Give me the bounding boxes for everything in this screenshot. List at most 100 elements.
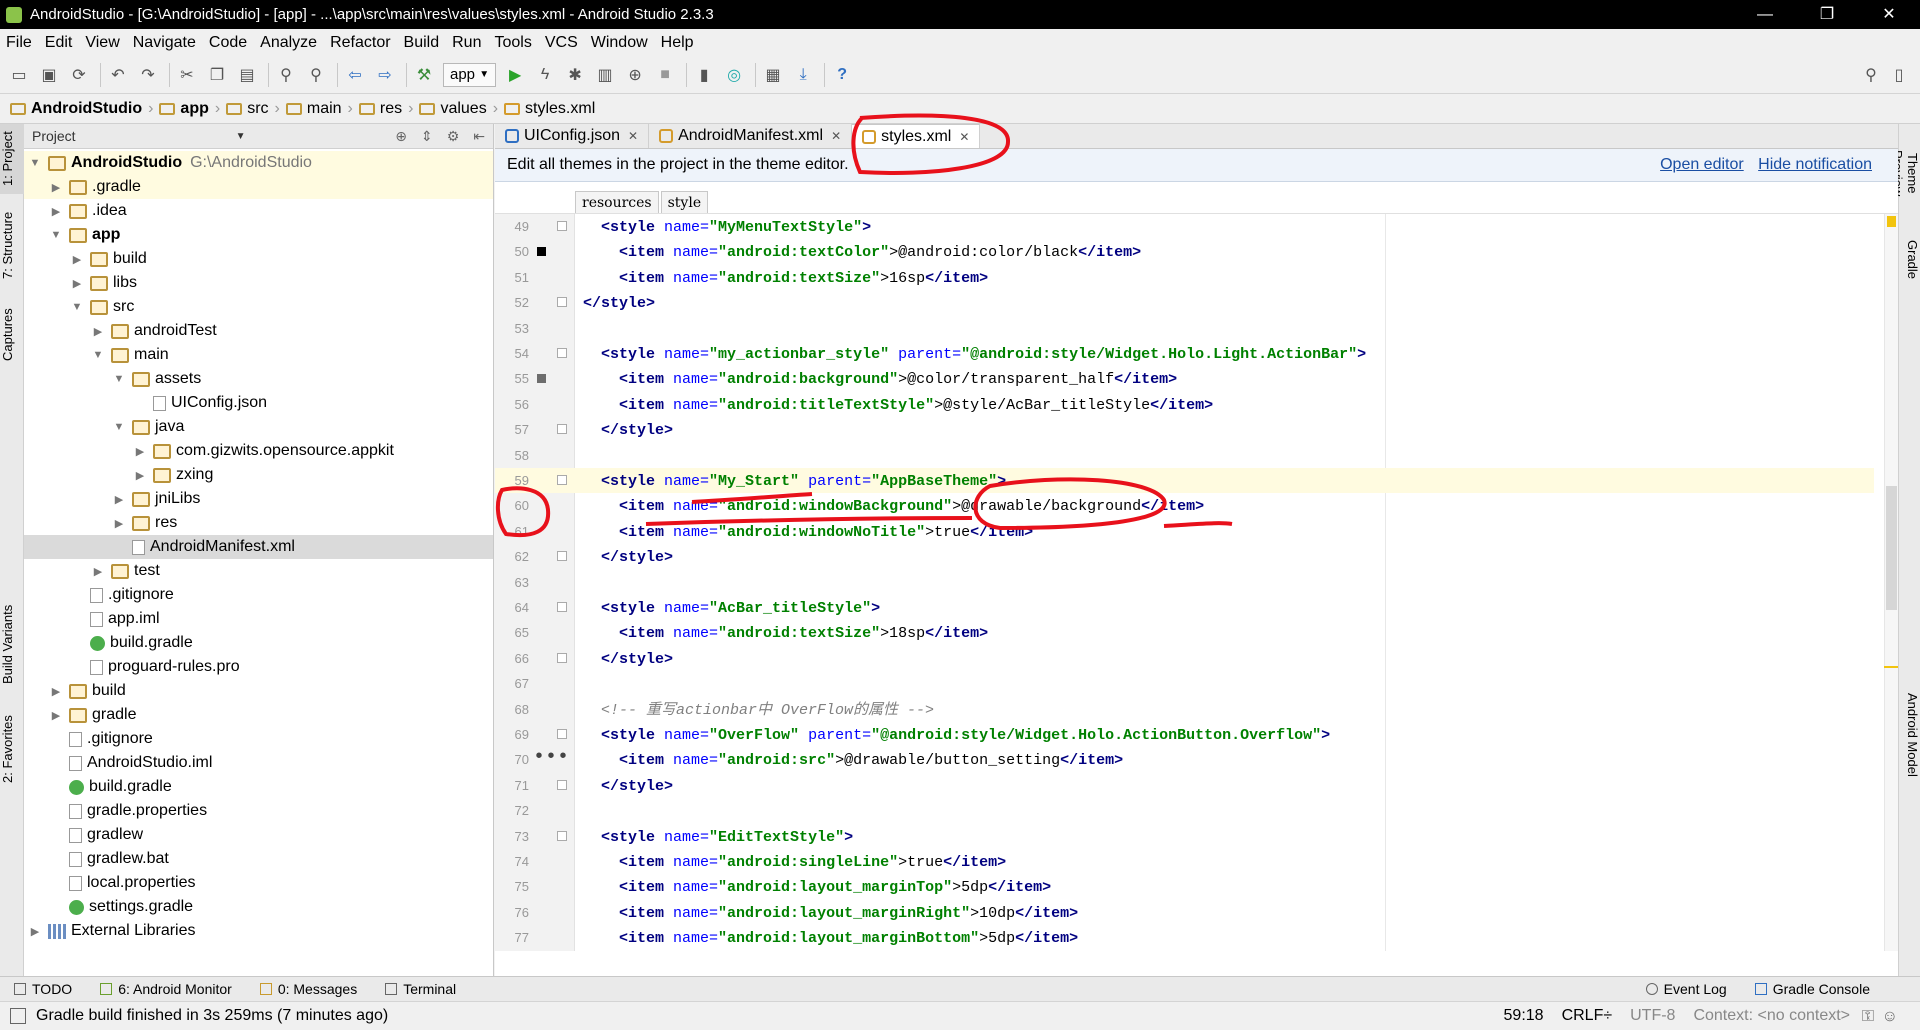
collapsed-arrow-icon[interactable]: ▶ (49, 685, 63, 698)
tree-node[interactable]: ▶ External Libraries (24, 919, 493, 943)
tree-node[interactable]: ▶ com.gizwits.opensource.appkit (24, 439, 493, 463)
code-line[interactable]: 51 <item name="android:textSize">16sp</i… (495, 265, 1874, 290)
tree-node[interactable]: ▶ build (24, 679, 493, 703)
open-folder-icon[interactable]: ▭ (8, 64, 30, 86)
warning-marker[interactable] (1884, 666, 1898, 668)
code-line[interactable]: 77 <item name="android:layout_marginBott… (495, 925, 1874, 950)
help-icon[interactable]: ? (831, 64, 853, 86)
forward-icon[interactable]: ⇨ (374, 64, 396, 86)
tree-node[interactable]: ▼ java (24, 415, 493, 439)
scroll-from-source-icon[interactable]: ⊕ (395, 128, 407, 145)
fold-icon[interactable] (557, 830, 567, 841)
tree-node[interactable]: ▶ libs (24, 271, 493, 295)
color-preview-icon[interactable] (537, 247, 546, 257)
tree-node[interactable]: ▶ gradle (24, 703, 493, 727)
undo-icon[interactable]: ↶ (107, 64, 129, 86)
tree-node[interactable]: proguard-rules.pro (24, 655, 493, 679)
fold-icon[interactable] (557, 779, 567, 790)
tree-node[interactable]: ▶ .idea (24, 199, 493, 223)
tree-node[interactable]: gradlew (24, 823, 493, 847)
gear-icon[interactable]: ⚙ (447, 128, 460, 145)
menu-help[interactable]: Help (661, 34, 694, 52)
tab-structure[interactable]: 7: Structure (0, 200, 24, 290)
maximize-button[interactable]: ❐ (1796, 0, 1858, 29)
tree-node[interactable]: ▶ jniLibs (24, 487, 493, 511)
menu-edit[interactable]: Edit (45, 34, 73, 52)
close-tab-icon[interactable]: ✕ (628, 129, 638, 143)
warning-indicator-icon[interactable] (1887, 216, 1896, 227)
fold-icon[interactable] (557, 424, 567, 435)
minimize-button[interactable]: — (1734, 0, 1796, 29)
fold-icon[interactable] (557, 729, 567, 739)
expanded-arrow-icon[interactable]: ▼ (28, 157, 42, 169)
attach-debugger-icon[interactable]: ⊕ (624, 64, 646, 86)
tree-node[interactable]: build.gradle (24, 775, 493, 799)
copy-icon[interactable]: ❐ (206, 64, 228, 86)
search-everywhere-icon[interactable]: ⚲ (1860, 64, 1882, 86)
sdk-manager-icon[interactable]: ⤓ (792, 64, 814, 86)
tool-windows-toggle-icon[interactable] (10, 1008, 26, 1024)
code-line[interactable]: 72 (495, 798, 1874, 823)
tree-node[interactable]: AndroidStudio.iml (24, 751, 493, 775)
expanded-arrow-icon[interactable]: ▼ (112, 373, 126, 385)
code-line[interactable]: 59 <style name="My_Start" parent="AppBas… (495, 468, 1874, 493)
collapsed-arrow-icon[interactable]: ▶ (91, 325, 105, 338)
code-line[interactable]: 71 </style> (495, 773, 1874, 798)
lock-icon[interactable]: ⚿ (1862, 1008, 1874, 1026)
cut-icon[interactable]: ✂ (176, 64, 198, 86)
breadcrumb-item[interactable]: app › (159, 100, 220, 118)
tree-node[interactable]: app.iml (24, 607, 493, 631)
code-editor[interactable]: 49 <style name="MyMenuTextStyle"> 50 <ite… (495, 214, 1898, 951)
close-tab-icon[interactable]: ✕ (831, 129, 841, 143)
code-line[interactable]: 67 (495, 671, 1874, 696)
code-line[interactable]: 75 <item name="android:layout_marginTop"… (495, 874, 1874, 899)
fold-icon[interactable] (557, 602, 567, 612)
tree-node[interactable]: settings.gradle (24, 895, 493, 919)
expanded-arrow-icon[interactable]: ▼ (112, 421, 126, 433)
code-line[interactable]: 76 <item name="android:layout_marginRigh… (495, 900, 1874, 925)
close-button[interactable]: ✕ (1858, 0, 1920, 29)
collapsed-arrow-icon[interactable]: ▶ (49, 181, 63, 194)
back-icon[interactable]: ⇦ (344, 64, 366, 86)
tab-theme-preview[interactable]: Theme Preview (1890, 128, 1920, 218)
tab-gradle[interactable]: Gradle (1898, 230, 1920, 290)
menu-view[interactable]: View (85, 34, 119, 52)
menu-tools[interactable]: Tools (494, 34, 531, 52)
editor-tab[interactable]: AndroidManifest.xml ✕ (649, 124, 853, 148)
code-line[interactable]: 55 <item name="android:background">@colo… (495, 366, 1874, 391)
code-line[interactable]: 63 (495, 570, 1874, 595)
code-line[interactable]: 73 <style name="EditTextStyle"> (495, 824, 1874, 849)
tree-node[interactable]: ▶ res (24, 511, 493, 535)
collapsed-arrow-icon[interactable]: ▶ (70, 253, 84, 266)
editor-tab[interactable]: styles.xml ✕ (852, 124, 981, 148)
tree-node[interactable]: local.properties (24, 871, 493, 895)
collapsed-arrow-icon[interactable]: ▶ (28, 925, 42, 938)
tab-captures[interactable]: Captures (0, 300, 24, 370)
breadcrumb-item[interactable]: values › (419, 100, 498, 118)
collapsed-arrow-icon[interactable]: ▶ (133, 445, 147, 458)
code-line[interactable]: 50 <item name="android:textColor">@andro… (495, 239, 1874, 264)
menu-build[interactable]: Build (404, 34, 440, 52)
code-line[interactable]: 60 <item name="android:windowBackground"… (495, 493, 1874, 518)
menu-window[interactable]: Window (591, 34, 648, 52)
tree-node[interactable]: ▼ app (24, 223, 493, 247)
tree-node[interactable]: UIConfig.json (24, 391, 493, 415)
fold-icon[interactable] (557, 221, 567, 231)
code-line[interactable]: 52 </style> (495, 290, 1874, 315)
tab-terminal[interactable]: Terminal (385, 981, 456, 997)
tab-event-log[interactable]: Event Log (1645, 981, 1727, 997)
tree-node[interactable]: ▼ AndroidStudio G:\AndroidStudio (24, 151, 493, 175)
code-line[interactable]: 74 <item name="android:singleLine">true<… (495, 849, 1874, 874)
file-encoding[interactable]: UTF-8 (1630, 1007, 1675, 1025)
replace-icon[interactable]: ⚲ (305, 64, 327, 86)
chevron-down-icon[interactable]: ▼ (236, 131, 246, 142)
fold-icon[interactable] (557, 297, 567, 308)
line-separator[interactable]: CRLF÷ (1562, 1007, 1613, 1025)
tree-node[interactable]: build.gradle (24, 631, 493, 655)
tree-node[interactable]: .gitignore (24, 583, 493, 607)
tab-project[interactable]: 1: Project (0, 124, 24, 194)
menu-code[interactable]: Code (209, 34, 247, 52)
tree-node[interactable]: gradle.properties (24, 799, 493, 823)
menu-analyze[interactable]: Analyze (260, 34, 317, 52)
hector-icon[interactable]: ☺ (1882, 1008, 1898, 1026)
